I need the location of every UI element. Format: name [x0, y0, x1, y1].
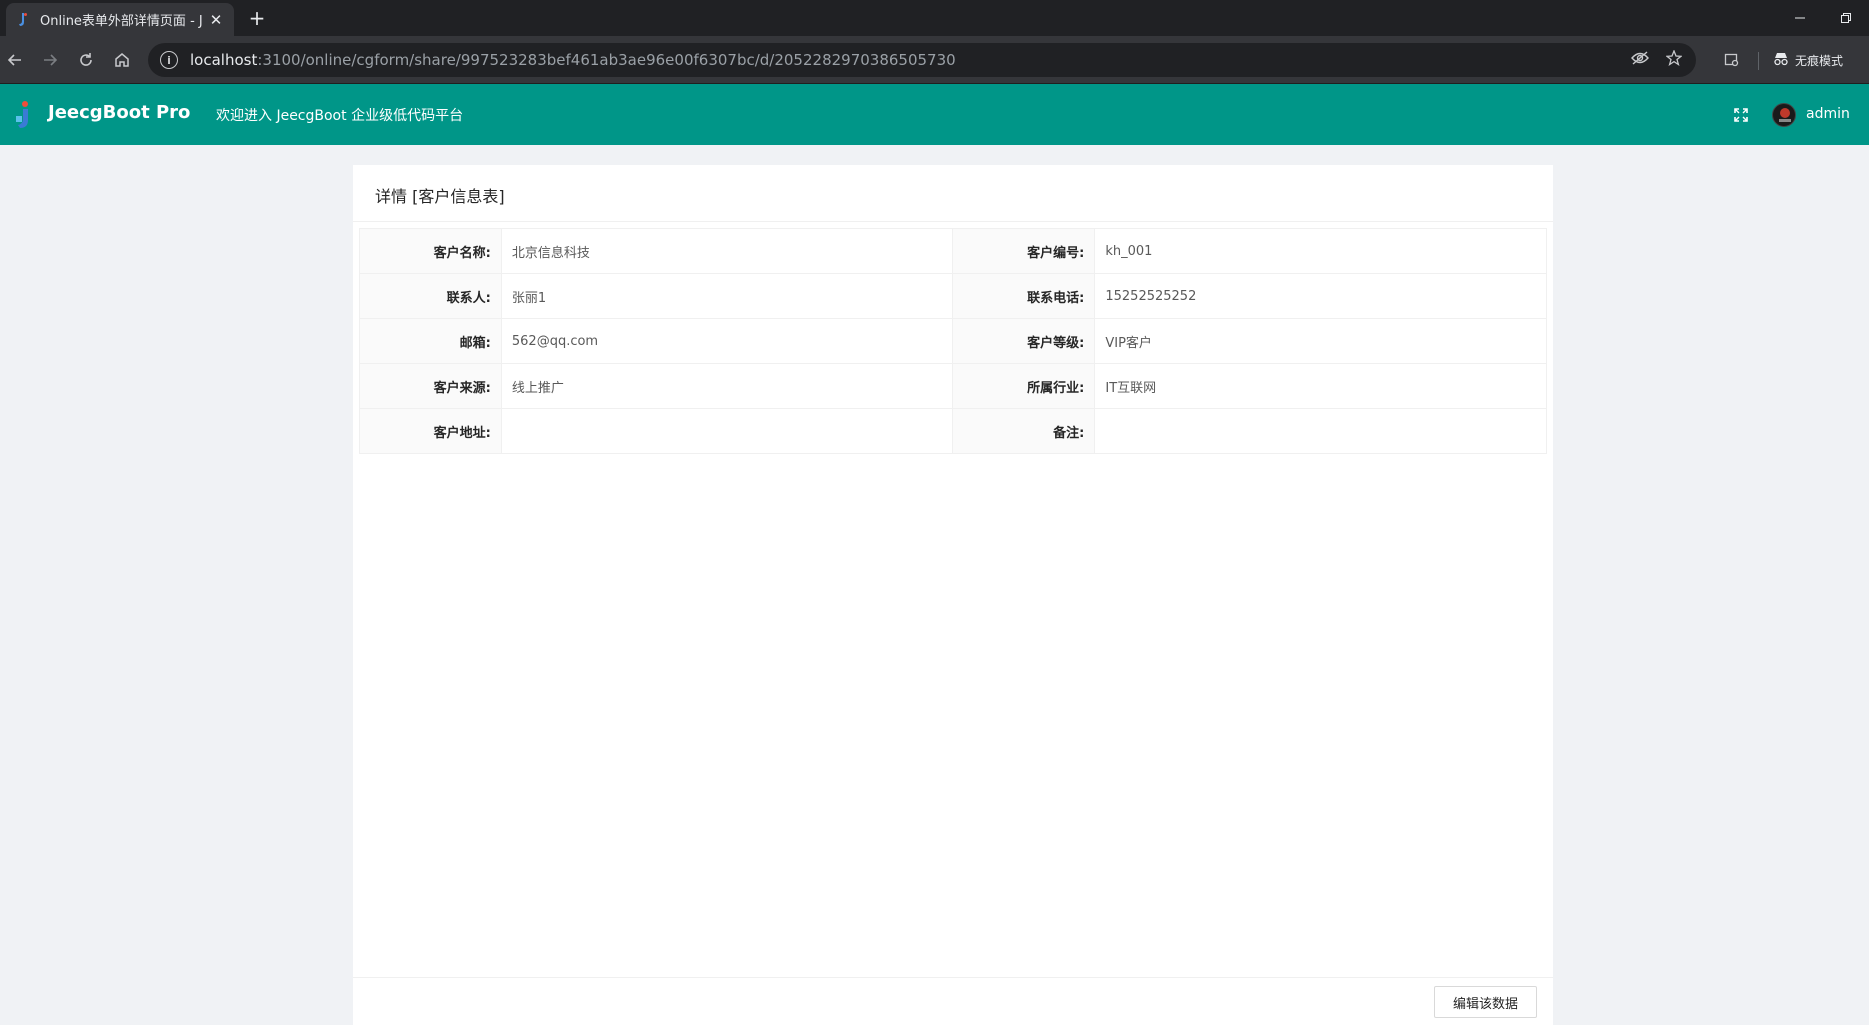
- reload-icon[interactable]: [72, 46, 100, 74]
- field-value: [1094, 408, 1547, 454]
- field-label: 邮箱:: [359, 318, 502, 364]
- incognito-icon: [1773, 52, 1789, 69]
- field-label: 联系人:: [359, 273, 502, 319]
- brand-name[interactable]: JeecgBoot Pro: [48, 102, 190, 123]
- site-info-icon[interactable]: i: [160, 51, 178, 69]
- table-row: 联系人: 张丽1 联系电话: 15252525252: [359, 273, 1547, 319]
- table-row: 客户名称: 北京信息科技 客户编号: kh_001: [359, 228, 1547, 274]
- field-value: [500, 408, 954, 454]
- tab-title: Online表单外部详情页面 - Jee: [40, 14, 202, 29]
- field-value: 张丽1: [500, 273, 954, 319]
- jeecg-favicon-icon: [16, 12, 30, 27]
- field-value: kh_001: [1094, 228, 1547, 274]
- forward-arrow-icon[interactable]: [36, 46, 64, 74]
- bookmark-star-icon[interactable]: [1664, 49, 1684, 70]
- table-row: 客户来源: 线上推广 所属行业: IT互联网: [359, 363, 1547, 409]
- url-path: :3100/online/cgform/share/997523283bef46…: [257, 51, 956, 69]
- field-label: 所属行业:: [952, 363, 1096, 409]
- field-label: 客户地址:: [359, 408, 502, 454]
- app-header: JeecgBoot Pro 欢迎进入 JeecgBoot 企业级低代码平台 ad…: [0, 84, 1869, 145]
- tab-close-icon[interactable]: ✕: [208, 11, 224, 29]
- field-label: 客户等级:: [952, 318, 1096, 364]
- avatar[interactable]: [1772, 103, 1796, 127]
- table-row: 邮箱: 562@qq.com 客户等级: VIP客户: [359, 318, 1547, 364]
- edit-data-button[interactable]: 编辑该数据: [1434, 986, 1537, 1018]
- back-arrow-icon[interactable]: [1, 46, 29, 74]
- detail-card: 详情 [客户信息表] 客户名称: 北京信息科技 客户编号: kh_001 联系人: 张丽1…: [353, 165, 1553, 1025]
- browser-tab-bar: Online表单外部详情页面 - Jee ✕ +: [0, 0, 1869, 36]
- card-title: 详情 [客户信息表]: [375, 187, 505, 206]
- window-controls: [1777, 0, 1869, 36]
- detail-table: 客户名称: 北京信息科技 客户编号: kh_001 联系人: 张丽1 联系电话: 152525…: [359, 228, 1547, 454]
- username[interactable]: admin: [1806, 106, 1850, 122]
- field-value: 15252525252: [1094, 273, 1547, 319]
- field-label: 客户编号:: [952, 228, 1096, 274]
- omnibox-actions: [1630, 43, 1684, 77]
- jeecg-logo-icon: [16, 101, 28, 128]
- url-host: localhost: [190, 51, 258, 69]
- incognito-indicator[interactable]: 无痕模式: [1773, 47, 1843, 73]
- field-label: 备注:: [952, 408, 1096, 454]
- field-value: 562@qq.com: [500, 318, 954, 364]
- address-bar[interactable]: i localhost:3100/online/cgform/share/997…: [148, 43, 1696, 77]
- field-value: 北京信息科技: [500, 228, 954, 274]
- field-label: 联系电话:: [952, 273, 1096, 319]
- reading-mode-icon[interactable]: [1718, 46, 1746, 74]
- eye-off-icon[interactable]: [1630, 51, 1650, 69]
- field-label: 客户名称:: [359, 228, 502, 274]
- incognito-label: 无痕模式: [1795, 53, 1844, 68]
- minimize-icon[interactable]: [1777, 0, 1823, 36]
- table-row: 客户地址: 备注:: [359, 408, 1547, 454]
- field-label: 客户来源:: [359, 363, 502, 409]
- field-value: IT互联网: [1094, 363, 1547, 409]
- welcome-text: 欢迎进入 JeecgBoot 企业级低代码平台: [216, 108, 464, 124]
- field-value: VIP客户: [1094, 318, 1547, 364]
- card-divider: [353, 221, 1553, 222]
- home-icon[interactable]: [108, 46, 136, 74]
- footer-divider: [353, 977, 1553, 978]
- restore-icon[interactable]: [1823, 0, 1869, 36]
- browser-toolbar: i localhost:3100/online/cgform/share/997…: [0, 36, 1869, 84]
- fullscreen-icon[interactable]: [1730, 104, 1752, 126]
- browser-tab[interactable]: Online表单外部详情页面 - Jee ✕: [6, 3, 234, 36]
- field-value: 线上推广: [500, 363, 954, 409]
- new-tab-button[interactable]: +: [246, 5, 268, 31]
- toolbar-divider: [1758, 52, 1759, 70]
- url-text: localhost:3100/online/cgform/share/99752…: [190, 51, 956, 69]
